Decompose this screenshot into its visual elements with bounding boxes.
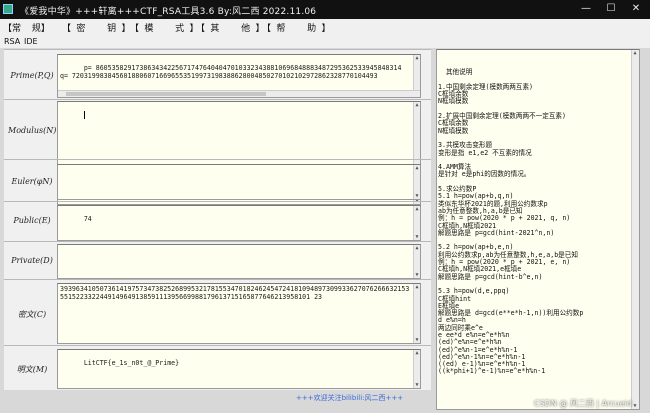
prime-pq-textarea[interactable]: p= 8605358291738634342256717476404047010…: [57, 54, 421, 98]
plaintext-label: 明文(M): [16, 365, 48, 374]
help-text-panel[interactable]: 其他说明 1.中国剩余定理(模数两两互素) C框填余数 N框填模数 2.扩展中国…: [436, 49, 640, 410]
row-ciphertext: 密文(C) 3939634105073614197573473825268995…: [4, 279, 431, 345]
euler-label: Euler(φN): [11, 177, 53, 186]
menu-other[interactable]: 【 其 他 】: [196, 21, 265, 34]
minimize-button[interactable]: —: [576, 2, 596, 16]
menu-help[interactable]: 【 帮 助 】: [262, 21, 331, 34]
ciphertext-vertical-scrollbar[interactable]: ▲ ▼: [413, 284, 420, 343]
ciphertext-textarea[interactable]: 3939634105073614197573473825268995321781…: [57, 283, 421, 344]
prime-pq-value: p= 8605358291738634342256717476404047010…: [60, 64, 402, 80]
tab-ide[interactable]: IDE: [24, 37, 38, 46]
public-e-value: 74: [83, 215, 92, 223]
row-public: Public(E) 74 ▲ ▼: [4, 201, 431, 241]
menu-mode[interactable]: 【 模 式 】: [130, 21, 199, 34]
public-label: Public(E): [13, 216, 51, 225]
title-bar: 《爱我中华》+++轩离+++CTF_RSA工具3.6 By:风二西 2022.1…: [0, 0, 650, 19]
rsa-form-panel: Prime(P,Q) p= 86053582917386343422567174…: [4, 49, 431, 390]
app-icon: [3, 4, 13, 14]
euler-vertical-scrollbar[interactable]: ▲ ▼: [413, 165, 420, 199]
close-button[interactable]: ✕: [626, 2, 646, 16]
menu-bar: 【常 规】 【 密 钥 】 【 模 式 】 【 其 他 】 【 帮 助 】: [0, 19, 650, 35]
plaintext-textarea[interactable]: LitCTF{e_1s_n0t_@_Prime} ▲ ▼: [57, 349, 421, 389]
public-vertical-scrollbar[interactable]: ▲ ▼: [413, 206, 420, 240]
prime-horizontal-scrollbar[interactable]: [58, 90, 420, 97]
tab-bar: RSA IDE: [0, 35, 650, 48]
menu-general[interactable]: 【常 规】: [3, 21, 50, 34]
ciphertext-label: 密文(C): [17, 310, 47, 319]
tab-rsa[interactable]: RSA: [4, 37, 20, 46]
ciphertext-value: 3939634105073614197573473825268995321781…: [60, 285, 410, 301]
modulus-label: Modulus(N): [8, 126, 57, 135]
csdn-watermark: CSDN @ 风二西 | Arcueid: [534, 399, 632, 408]
plaintext-value: LitCTF{e_1s_n0t_@_Prime}: [83, 359, 180, 367]
bilibili-follow-link[interactable]: +++欢迎关注bilibili:风二西+++: [296, 393, 403, 403]
prime-label: Prime(P,Q): [10, 71, 54, 80]
help-content: 其他说明 1.中国剩余定理(模数两两互素) C框填余数 N框填模数 2.扩展中国…: [438, 68, 584, 376]
private-d-textarea[interactable]: ▲ ▼: [57, 244, 421, 279]
row-private: Private(D) ▲ ▼: [4, 241, 431, 279]
menu-key[interactable]: 【 密 钥 】: [62, 21, 131, 34]
euler-textarea[interactable]: ▲ ▼: [57, 164, 421, 200]
row-plaintext: 明文(M) LitCTF{e_1s_n0t_@_Prime} ▲ ▼: [4, 345, 431, 390]
help-vertical-scrollbar[interactable]: ▲ ▼: [631, 50, 639, 409]
row-euler: Euler(φN) ▲ ▼: [4, 159, 431, 201]
window-title: 《爱我中华》+++轩离+++CTF_RSA工具3.6 By:风二西 2022.1…: [20, 7, 317, 17]
private-vertical-scrollbar[interactable]: ▲ ▼: [413, 245, 420, 278]
plaintext-vertical-scrollbar[interactable]: ▲ ▼: [413, 350, 420, 388]
private-label: Private(D): [11, 256, 53, 265]
row-prime: Prime(P,Q) p= 86053582917386343422567174…: [4, 49, 431, 99]
maximize-button[interactable]: ☐: [601, 2, 621, 16]
text-caret: [83, 111, 85, 119]
public-e-textarea[interactable]: 74 ▲ ▼: [57, 205, 421, 241]
